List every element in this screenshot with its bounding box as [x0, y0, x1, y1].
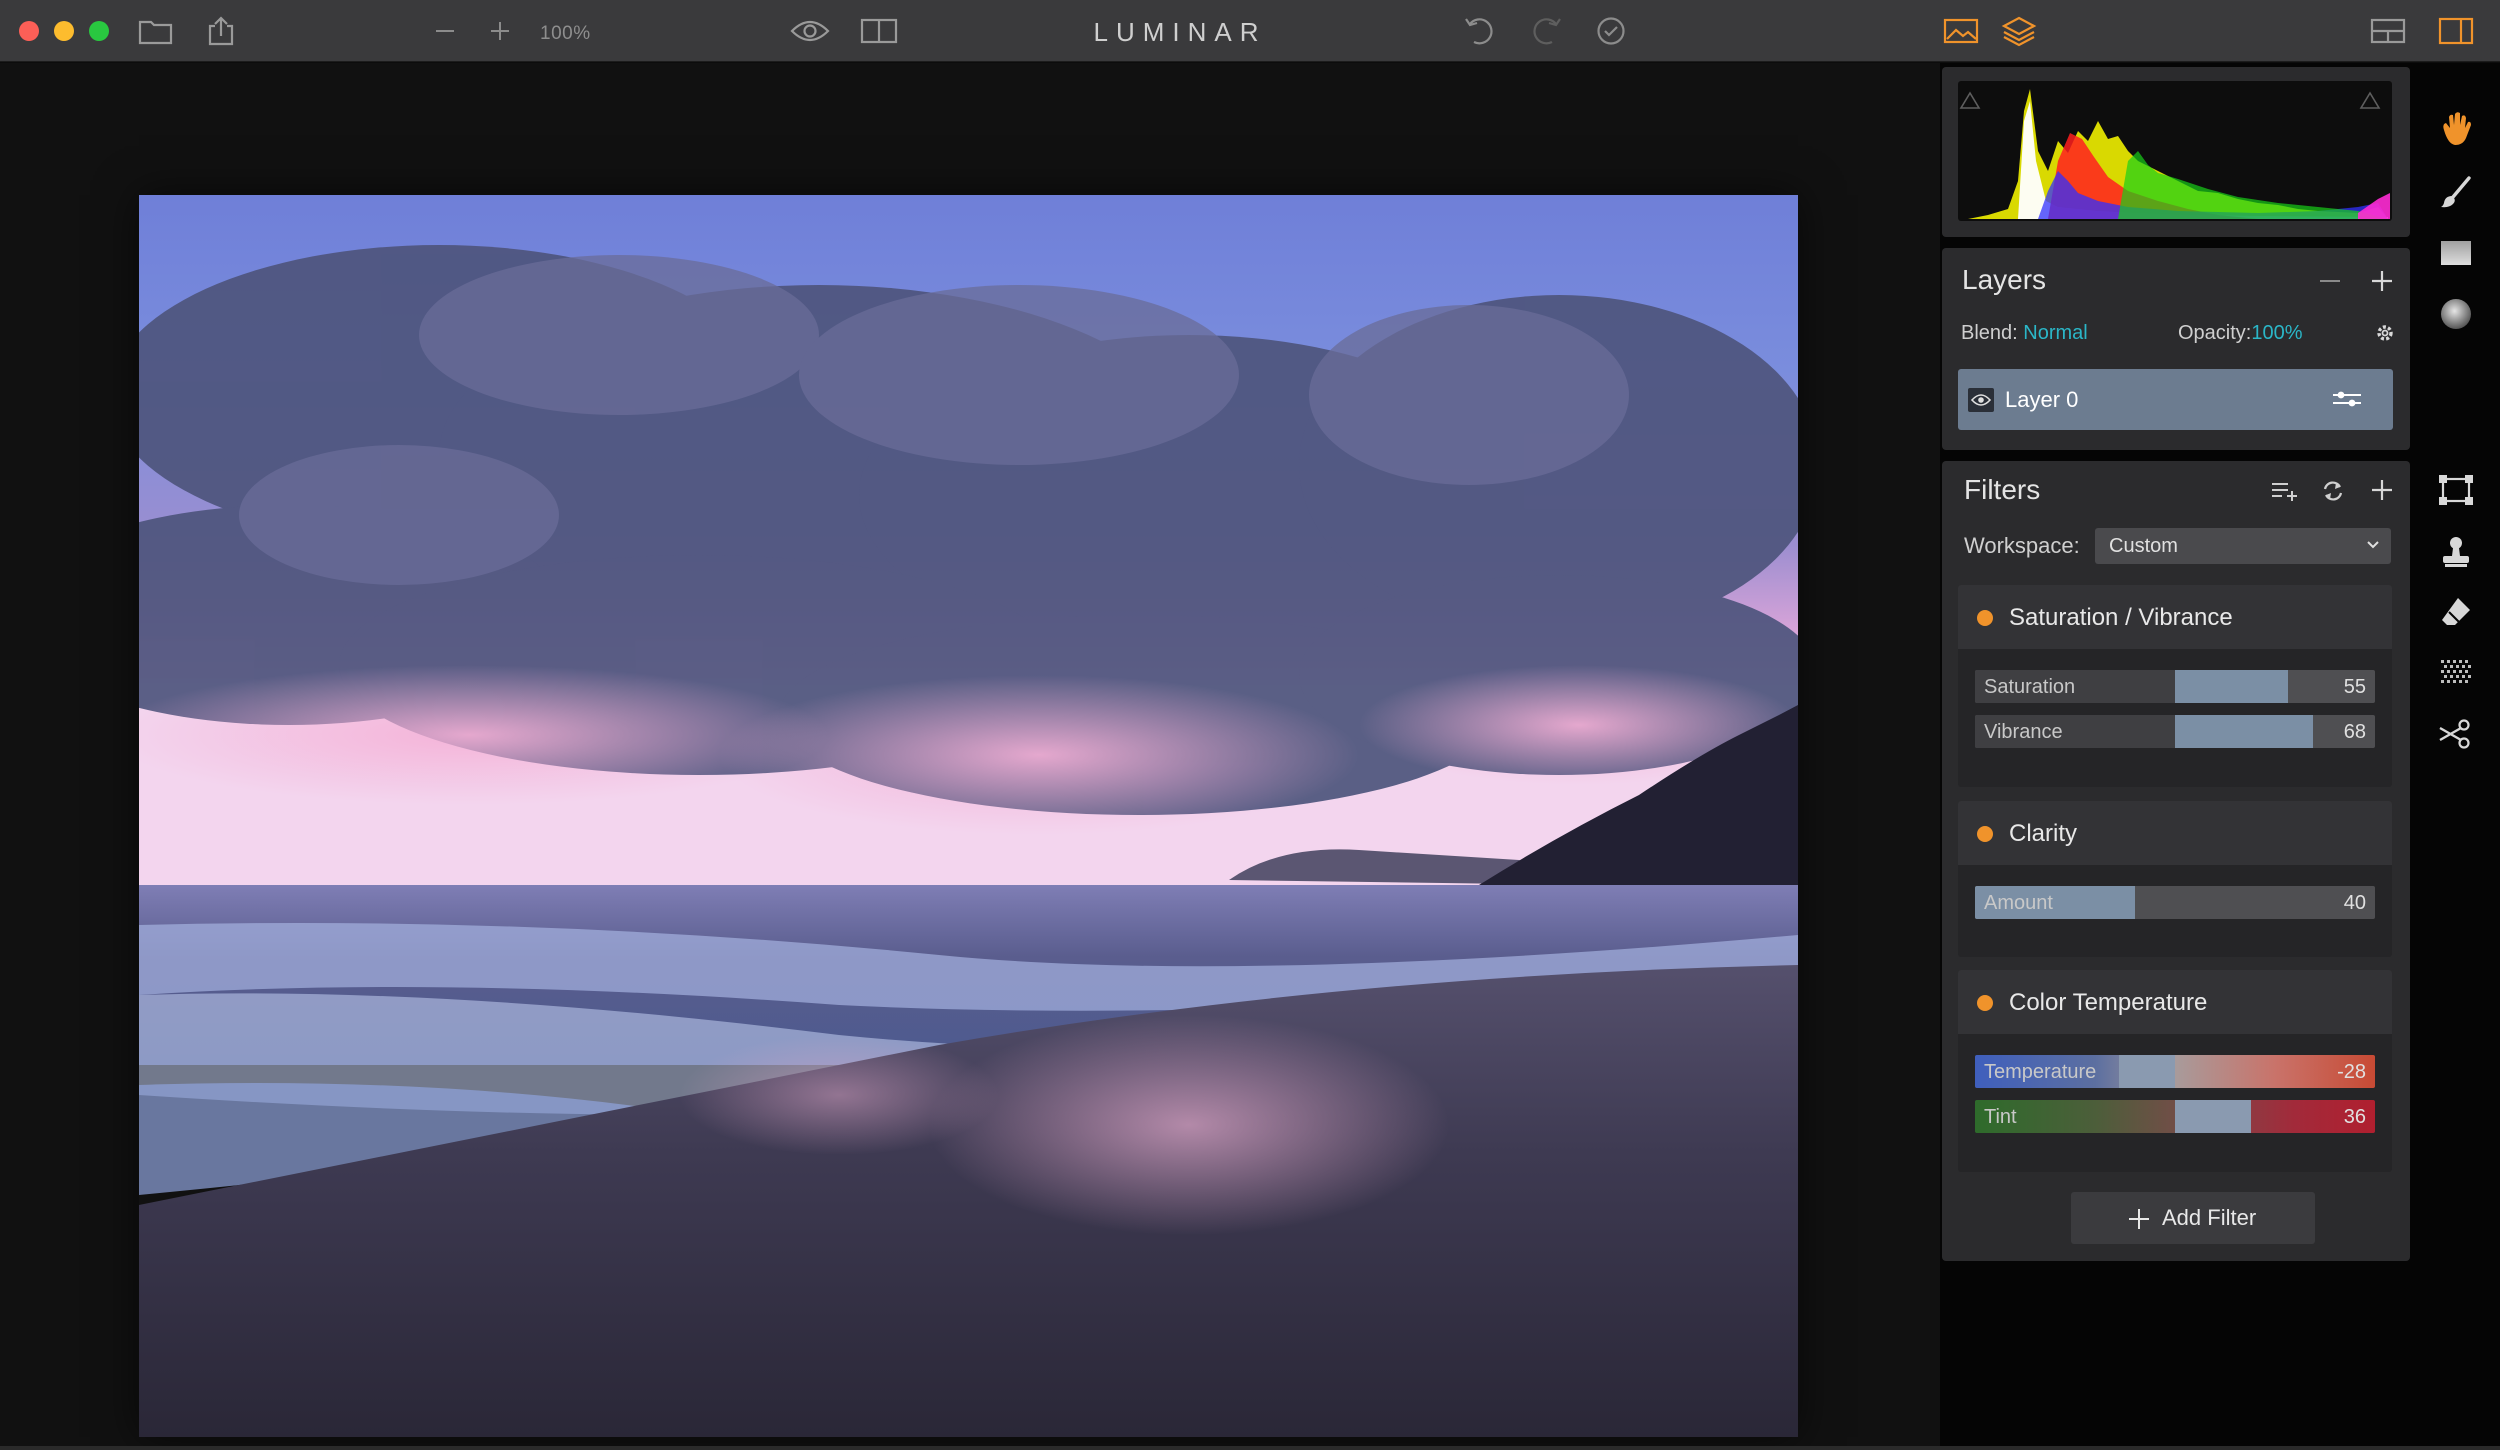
brush-icon[interactable]	[2431, 170, 2481, 214]
filter-enabled-dot[interactable]	[1977, 995, 1993, 1011]
add-filter-plus-icon[interactable]	[2369, 477, 2395, 503]
slider-value[interactable]: 55	[2344, 676, 2366, 699]
layers-title: Layers	[1962, 264, 2047, 295]
sidebar-toggle-icon[interactable]	[2438, 16, 2474, 46]
image-canvas[interactable]	[0, 63, 1940, 1450]
undo-icon[interactable]	[1464, 16, 1496, 46]
remove-layer-icon[interactable]	[2317, 268, 2343, 294]
layer-item[interactable]: Layer 0	[1958, 369, 2393, 430]
filter-card-clarity: Clarity Amount 40	[1958, 801, 2392, 957]
layer-visibility-eye-icon[interactable]	[1968, 388, 1994, 412]
filter-name: Color Temperature	[2009, 989, 2208, 1016]
saturation-slider[interactable]: Saturation 55	[1975, 670, 2375, 703]
opacity-value[interactable]: 100%	[2251, 322, 2302, 344]
top-toolbar: 100% LUMINAR	[0, 0, 2500, 62]
slider-value[interactable]: 68	[2344, 721, 2366, 744]
slider-label: Saturation	[1984, 676, 2076, 698]
blend-mode[interactable]: Blend: Normal	[1961, 322, 2088, 345]
slider-label: Temperature	[1984, 1061, 2097, 1083]
crop-icon[interactable]	[2431, 468, 2481, 512]
slider-value[interactable]: 36	[2344, 1106, 2366, 1129]
filter-header[interactable]: Saturation / Vibrance	[1958, 585, 2392, 649]
slider-label: Amount	[1984, 892, 2053, 914]
filter-enabled-dot[interactable]	[1977, 610, 1993, 626]
filter-name: Saturation / Vibrance	[2009, 604, 2233, 631]
filters-panel: Filters Workspace: Custom Saturation / V…	[1942, 461, 2410, 1261]
add-filter-button[interactable]: Add Filter	[2071, 1192, 2315, 1244]
filters-title: Filters	[1964, 474, 2041, 505]
redo-icon[interactable]	[1530, 16, 1562, 46]
temperature-slider[interactable]: Temperature -28	[1975, 1055, 2375, 1088]
add-layer-icon[interactable]	[2369, 268, 2395, 294]
photo-preview[interactable]	[139, 195, 1798, 1437]
eraser-icon[interactable]	[2431, 590, 2481, 634]
blend-value[interactable]: Normal	[2023, 322, 2087, 344]
filter-name: Clarity	[2009, 820, 2078, 847]
scissors-icon[interactable]	[2431, 712, 2481, 756]
vibrance-slider[interactable]: Vibrance 68	[1975, 715, 2375, 748]
filter-list-add-icon[interactable]	[2269, 477, 2299, 505]
layer-name: Layer 0	[2005, 387, 2079, 412]
layers-view-icon[interactable]	[2000, 16, 2038, 47]
noise-texture-icon[interactable]	[2431, 651, 2481, 695]
filter-card-color-temperature: Color Temperature Temperature -28 Tint 3…	[1958, 970, 2392, 1172]
chevron-down-icon	[2365, 538, 2381, 557]
histogram	[1958, 81, 2392, 221]
slider-value[interactable]: 40	[2344, 892, 2366, 915]
histogram-panel	[1942, 67, 2410, 237]
workspace-label: Workspace:	[1964, 533, 2080, 558]
filter-header[interactable]: Clarity	[1958, 801, 2392, 865]
layer-adjust-sliders-icon[interactable]	[2331, 388, 2363, 415]
layer-opacity[interactable]: Opacity:100%	[2178, 322, 2303, 345]
slider-value[interactable]: -28	[2337, 1061, 2366, 1084]
plus-icon	[2127, 1207, 2151, 1236]
clarity-amount-slider[interactable]: Amount 40	[1975, 886, 2375, 919]
radial-mask-icon[interactable]	[2431, 292, 2481, 336]
filter-enabled-dot[interactable]	[1977, 826, 1993, 842]
add-filter-label: Add Filter	[2162, 1205, 2257, 1230]
filter-refresh-icon[interactable]	[2319, 477, 2347, 505]
filter-header[interactable]: Color Temperature	[1958, 970, 2392, 1034]
clone-stamp-icon[interactable]	[2431, 529, 2481, 573]
layout-icon[interactable]	[2370, 16, 2406, 46]
workspace-value: Custom	[2109, 535, 2178, 557]
opacity-label: Opacity:	[2178, 322, 2252, 344]
blend-label: Blend:	[1961, 322, 2018, 344]
gradient-mask-icon[interactable]	[2431, 231, 2481, 275]
layers-panel: Layers Blend: Normal Opacity:100% Layer …	[1942, 248, 2410, 450]
workspace-select[interactable]: Custom	[2095, 528, 2391, 564]
layer-settings-gear-icon[interactable]	[2372, 320, 2398, 346]
tint-slider[interactable]: Tint 36	[1975, 1100, 2375, 1133]
image-view-icon[interactable]	[1942, 16, 1980, 46]
slider-label: Tint	[1984, 1106, 2017, 1128]
hand-icon[interactable]	[2431, 107, 2481, 151]
history-icon[interactable]	[1595, 16, 1627, 46]
bottom-border	[0, 1446, 2500, 1450]
slider-label: Vibrance	[1984, 721, 2063, 743]
filter-card-saturation-vibrance: Saturation / Vibrance Saturation 55 Vibr…	[1958, 585, 2392, 787]
